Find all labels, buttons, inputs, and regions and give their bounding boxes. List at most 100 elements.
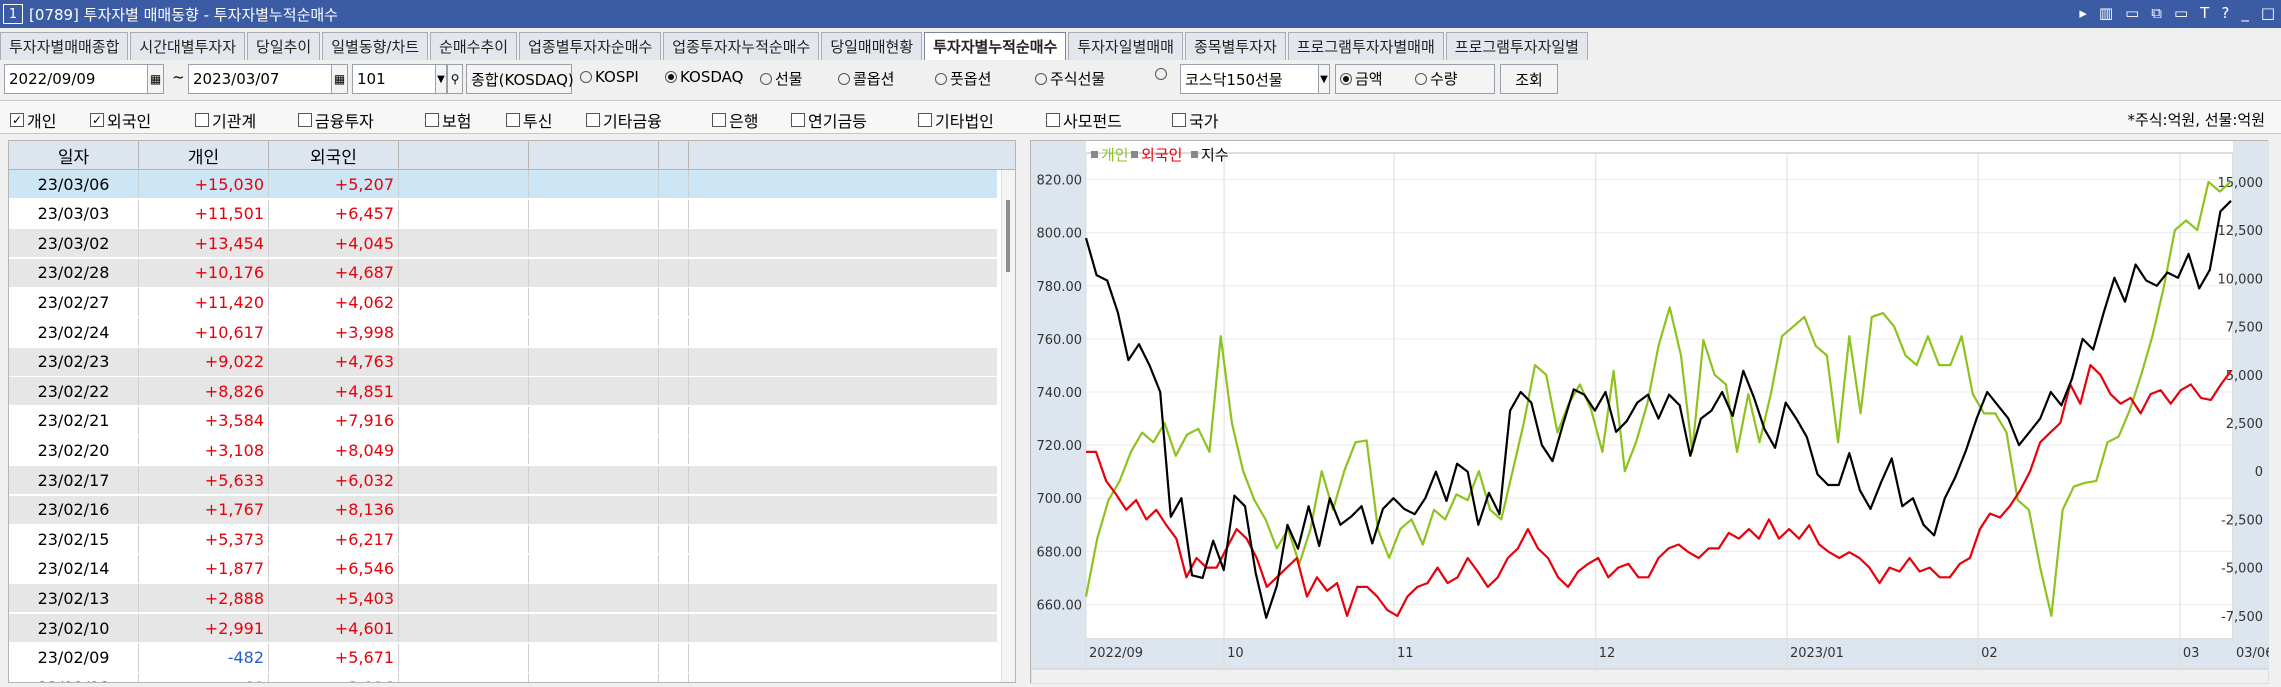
investor-checkbox-10[interactable]: 기타법인 xyxy=(918,108,994,132)
checkbox[interactable] xyxy=(298,113,312,127)
text-icon[interactable]: ▭ xyxy=(2174,4,2188,22)
tab-2[interactable]: 시간대별투자자 xyxy=(130,32,246,60)
checkbox[interactable] xyxy=(1046,113,1060,127)
search-icon[interactable]: ⚲ xyxy=(447,64,463,94)
investor-checkbox-6[interactable]: 투신 xyxy=(506,108,552,132)
market-radio-2[interactable]: KOSDAQ xyxy=(665,68,743,86)
investor-checkbox-8[interactable]: 은행 xyxy=(712,108,758,132)
tab-1[interactable]: 투자자별매매종합 xyxy=(0,32,129,60)
start-date-input[interactable]: 2022/09/09 xyxy=(4,64,164,94)
table-row[interactable]: 23/02/14 +1,877 +6,546 xyxy=(9,554,997,583)
layout-icon[interactable]: ▥ xyxy=(2099,4,2113,22)
market-radio-1[interactable]: KOSPI xyxy=(580,68,639,86)
investor-checkbox-1[interactable]: ✓ 개인 xyxy=(10,108,56,132)
calendar-icon[interactable]: ▦ xyxy=(147,64,164,94)
tab-6[interactable]: 업종별투자자순매수 xyxy=(519,32,662,60)
radio-button[interactable] xyxy=(935,72,947,85)
tab-5[interactable]: 순매수추이 xyxy=(430,32,518,60)
end-date-input[interactable]: 2023/03/07 xyxy=(188,64,348,94)
table-row[interactable]: 23/02/08-60+3,926 xyxy=(9,673,997,682)
help-icon[interactable]: T xyxy=(2200,4,2209,22)
checkbox[interactable] xyxy=(1172,113,1186,127)
radio-button[interactable] xyxy=(760,72,772,85)
table-row[interactable]: 23/02/28 +10,176 +4,687 xyxy=(9,258,997,287)
table-cell xyxy=(399,584,529,613)
checkbox[interactable]: ✓ xyxy=(90,113,104,127)
table-row[interactable]: 23/02/23 +9,022 +4,763 xyxy=(9,347,997,376)
right-arrow-icon[interactable]: ▸ xyxy=(2079,4,2087,22)
table-row[interactable]: 23/02/13 +2,888 +5,403 xyxy=(9,584,997,613)
tab-12[interactable]: 프로그램투자자별매매 xyxy=(1287,32,1444,60)
checkbox[interactable] xyxy=(918,113,932,127)
table-row[interactable]: 23/03/03 +11,501 +6,457 xyxy=(9,199,997,228)
checkbox[interactable]: ✓ xyxy=(10,113,24,127)
chevron-down-icon[interactable]: ▼ xyxy=(1318,64,1330,94)
table-row[interactable]: 23/02/22 +8,826 +4,851 xyxy=(9,377,997,406)
radio-button[interactable] xyxy=(838,72,850,85)
table-row[interactable]: 23/02/15 +5,373 +6,217 xyxy=(9,525,997,554)
search-button[interactable]: 조회 xyxy=(1500,64,1558,94)
calendar-icon[interactable]: ▦ xyxy=(331,64,348,94)
table-row[interactable]: 23/02/27 +11,420 +4,062 xyxy=(9,288,997,317)
left-tick-label: 660.00 xyxy=(1037,598,1083,613)
market-radio-5[interactable]: 풋옵션 xyxy=(935,68,991,89)
table-cell xyxy=(659,584,689,613)
checkbox[interactable] xyxy=(425,113,439,127)
checkbox[interactable] xyxy=(791,113,805,127)
tab-9[interactable]: 투자자별누적순매수 xyxy=(924,32,1067,60)
radio-button[interactable] xyxy=(1155,68,1167,80)
table-row[interactable]: 23/02/21 +3,584 +7,916 xyxy=(9,406,997,435)
investor-checkbox-2[interactable]: ✓ 외국인 xyxy=(90,108,151,132)
restore-icon[interactable]: _ xyxy=(2241,4,2249,22)
investor-checkbox-11[interactable]: 사모펀드 xyxy=(1046,108,1122,132)
tab-3[interactable]: 당일추이 xyxy=(247,32,321,60)
table-row[interactable]: 23/02/17 +5,633 +6,032 xyxy=(9,466,997,494)
futures-select[interactable]: 코스닥150선물 xyxy=(1180,64,1330,94)
x-tick-label: 12 xyxy=(1599,646,1616,661)
checkbox[interactable] xyxy=(586,113,600,127)
scrollbar-thumb[interactable] xyxy=(1006,200,1010,272)
radio-button[interactable] xyxy=(1340,72,1352,85)
investor-data-grid[interactable]: 일자 개인 외국인 23/03/06 +15,030 +5,207 23/03/03 +11… xyxy=(8,140,1016,683)
radio-button[interactable] xyxy=(580,71,592,83)
market-radio-3[interactable]: 선물 xyxy=(760,68,803,89)
table-row[interactable]: 23/03/02 +13,454 +4,045 xyxy=(9,229,997,258)
tab-13[interactable]: 프로그램투자자일별 xyxy=(1445,32,1588,60)
minimize-icon[interactable]: ? xyxy=(2221,4,2229,22)
chevron-down-icon[interactable]: ▼ xyxy=(435,64,447,94)
market-radio-7[interactable] xyxy=(1155,68,1170,80)
window-icon[interactable]: ▭ xyxy=(2125,4,2139,22)
investor-checkbox-3[interactable]: 기관계 xyxy=(195,108,256,132)
investor-checkbox-9[interactable]: 연기금등 xyxy=(791,108,867,132)
radio-button[interactable] xyxy=(1035,72,1047,85)
market-radio-6[interactable]: 주식선물 xyxy=(1035,68,1105,89)
table-row[interactable]: 23/02/09 -482 +5,671 xyxy=(9,643,997,672)
table-row[interactable]: 23/02/24 +10,617 +3,998 xyxy=(9,318,997,346)
tab-7[interactable]: 업종투자자누적순매수 xyxy=(663,32,820,60)
checkbox[interactable] xyxy=(195,113,209,127)
close-icon[interactable]: □ xyxy=(2261,4,2275,22)
investor-checkbox-5[interactable]: 보험 xyxy=(425,108,471,132)
investor-checkbox-4[interactable]: 금융투자 xyxy=(298,108,374,132)
table-row[interactable]: 23/03/06 +15,030 +5,207 xyxy=(9,170,997,198)
checkbox[interactable] xyxy=(506,113,520,127)
market-radio-4[interactable]: 콜옵션 xyxy=(838,68,894,89)
unit-radio-2[interactable]: 수량 xyxy=(1415,68,1458,89)
tab-4[interactable]: 일별동향/차트 xyxy=(322,32,429,60)
table-row[interactable]: 23/02/16 +1,767 +8,136 xyxy=(9,495,997,524)
tab-8[interactable]: 당일매매현황 xyxy=(821,32,923,60)
checkbox[interactable] xyxy=(712,113,726,127)
copy-icon[interactable]: ⧉ xyxy=(2151,4,2162,22)
tab-11[interactable]: 종목별투자자 xyxy=(1184,32,1286,60)
radio-button[interactable] xyxy=(1415,72,1427,85)
radio-button[interactable] xyxy=(665,71,677,83)
code-input[interactable]: 101 xyxy=(352,64,436,94)
unit-radio-1[interactable]: 금액 xyxy=(1340,68,1383,89)
tab-10[interactable]: 투자자일별매매 xyxy=(1068,32,1183,60)
vertical-scrollbar[interactable] xyxy=(1001,170,1015,682)
table-row[interactable]: 23/02/10 +2,991 +4,601 xyxy=(9,614,997,642)
table-cell: 23/03/06 xyxy=(9,170,139,198)
table-row[interactable]: 23/02/20 +3,108 +8,049 xyxy=(9,436,997,465)
investor-checkbox-7[interactable]: 기타금융 xyxy=(586,108,662,132)
investor-checkbox-12[interactable]: 국가 xyxy=(1172,108,1218,132)
